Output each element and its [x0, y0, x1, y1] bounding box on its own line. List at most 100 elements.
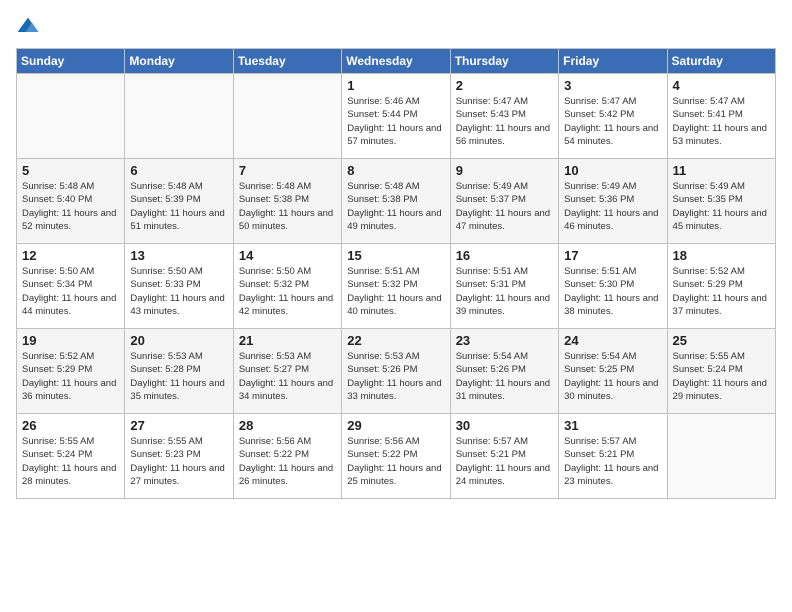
- calendar-cell: 1 Sunrise: 5:46 AM Sunset: 5:44 PM Daylig…: [342, 74, 450, 159]
- calendar-week-row: 26 Sunrise: 5:55 AM Sunset: 5:24 PM Dayli…: [17, 414, 776, 499]
- day-info: Sunrise: 5:49 AM Sunset: 5:37 PM Dayligh…: [456, 180, 553, 233]
- day-info: Sunrise: 5:50 AM Sunset: 5:32 PM Dayligh…: [239, 265, 336, 318]
- page-header: [16, 16, 776, 40]
- day-number: 5: [22, 163, 119, 178]
- calendar-cell: 27 Sunrise: 5:55 AM Sunset: 5:23 PM Dayli…: [125, 414, 233, 499]
- calendar-cell: 14 Sunrise: 5:50 AM Sunset: 5:32 PM Dayli…: [233, 244, 341, 329]
- calendar-cell: 23Sunrise: 5:54 AM Sunset: 5:26 PM Dayli…: [450, 329, 558, 414]
- calendar-cell: 19Sunrise: 5:52 AM Sunset: 5:29 PM Dayli…: [17, 329, 125, 414]
- day-number: 2: [456, 78, 553, 93]
- day-info: Sunrise: 5:52 AM Sunset: 5:29 PM Dayligh…: [22, 350, 119, 403]
- day-number: 15: [347, 248, 444, 263]
- calendar-cell: 16 Sunrise: 5:51 AM Sunset: 5:31 PM Dayli…: [450, 244, 558, 329]
- day-info: Sunrise: 5:51 AM Sunset: 5:30 PM Dayligh…: [564, 265, 661, 318]
- day-info: Sunrise: 5:51 AM Sunset: 5:31 PM Dayligh…: [456, 265, 553, 318]
- day-info: Sunrise: 5:54 AM Sunset: 5:26 PM Dayligh…: [456, 350, 553, 403]
- day-number: 17: [564, 248, 661, 263]
- day-number: 31: [564, 418, 661, 433]
- day-number: 24: [564, 333, 661, 348]
- calendar-header-wednesday: Wednesday: [342, 49, 450, 74]
- calendar-cell: 3 Sunrise: 5:47 AM Sunset: 5:42 PM Daylig…: [559, 74, 667, 159]
- calendar-week-row: 12 Sunrise: 5:50 AM Sunset: 5:34 PM Dayli…: [17, 244, 776, 329]
- calendar-cell: 20 Sunrise: 5:53 AM Sunset: 5:28 PM Dayli…: [125, 329, 233, 414]
- calendar-cell: 2 Sunrise: 5:47 AM Sunset: 5:43 PM Daylig…: [450, 74, 558, 159]
- calendar-cell: 12 Sunrise: 5:50 AM Sunset: 5:34 PM Dayli…: [17, 244, 125, 329]
- day-info: Sunrise: 5:49 AM Sunset: 5:36 PM Dayligh…: [564, 180, 661, 233]
- calendar-cell: 25 Sunrise: 5:55 AM Sunset: 5:24 PM Dayli…: [667, 329, 775, 414]
- calendar-cell: 31 Sunrise: 5:57 AM Sunset: 5:21 PM Dayli…: [559, 414, 667, 499]
- calendar-cell: 10 Sunrise: 5:49 AM Sunset: 5:36 PM Dayli…: [559, 159, 667, 244]
- day-info: Sunrise: 5:52 AM Sunset: 5:29 PM Dayligh…: [673, 265, 770, 318]
- day-info: Sunrise: 5:55 AM Sunset: 5:24 PM Dayligh…: [673, 350, 770, 403]
- day-info: Sunrise: 5:47 AM Sunset: 5:42 PM Dayligh…: [564, 95, 661, 148]
- day-number: 9: [456, 163, 553, 178]
- calendar-cell: 26 Sunrise: 5:55 AM Sunset: 5:24 PM Dayli…: [17, 414, 125, 499]
- day-info: Sunrise: 5:53 AM Sunset: 5:26 PM Dayligh…: [347, 350, 444, 403]
- calendar-header-sunday: Sunday: [17, 49, 125, 74]
- day-info: Sunrise: 5:48 AM Sunset: 5:38 PM Dayligh…: [347, 180, 444, 233]
- day-info: Sunrise: 5:57 AM Sunset: 5:21 PM Dayligh…: [564, 435, 661, 488]
- day-number: 18: [673, 248, 770, 263]
- day-info: Sunrise: 5:53 AM Sunset: 5:28 PM Dayligh…: [130, 350, 227, 403]
- calendar-cell: 21Sunrise: 5:53 AM Sunset: 5:27 PM Dayli…: [233, 329, 341, 414]
- calendar-cell: 7Sunrise: 5:48 AM Sunset: 5:38 PM Daylig…: [233, 159, 341, 244]
- day-info: Sunrise: 5:48 AM Sunset: 5:40 PM Dayligh…: [22, 180, 119, 233]
- calendar-cell: 6 Sunrise: 5:48 AM Sunset: 5:39 PM Daylig…: [125, 159, 233, 244]
- day-info: Sunrise: 5:47 AM Sunset: 5:43 PM Dayligh…: [456, 95, 553, 148]
- calendar-header-row: SundayMondayTuesdayWednesdayThursdayFrid…: [17, 49, 776, 74]
- day-number: 30: [456, 418, 553, 433]
- calendar-cell: 8Sunrise: 5:48 AM Sunset: 5:38 PM Daylig…: [342, 159, 450, 244]
- calendar-week-row: 5 Sunrise: 5:48 AM Sunset: 5:40 PM Daylig…: [17, 159, 776, 244]
- calendar-cell: 15 Sunrise: 5:51 AM Sunset: 5:32 PM Dayli…: [342, 244, 450, 329]
- day-number: 6: [130, 163, 227, 178]
- day-info: Sunrise: 5:55 AM Sunset: 5:24 PM Dayligh…: [22, 435, 119, 488]
- logo-icon: [16, 16, 40, 40]
- calendar-cell: 13 Sunrise: 5:50 AM Sunset: 5:33 PM Dayli…: [125, 244, 233, 329]
- day-info: Sunrise: 5:50 AM Sunset: 5:34 PM Dayligh…: [22, 265, 119, 318]
- day-number: 1: [347, 78, 444, 93]
- calendar-cell: 28Sunrise: 5:56 AM Sunset: 5:22 PM Dayli…: [233, 414, 341, 499]
- calendar-cell: 4 Sunrise: 5:47 AM Sunset: 5:41 PM Daylig…: [667, 74, 775, 159]
- day-number: 4: [673, 78, 770, 93]
- day-number: 12: [22, 248, 119, 263]
- day-number: 26: [22, 418, 119, 433]
- day-info: Sunrise: 5:49 AM Sunset: 5:35 PM Dayligh…: [673, 180, 770, 233]
- day-number: 25: [673, 333, 770, 348]
- day-number: 28: [239, 418, 336, 433]
- calendar-table: SundayMondayTuesdayWednesdayThursdayFrid…: [16, 48, 776, 499]
- day-number: 13: [130, 248, 227, 263]
- day-number: 16: [456, 248, 553, 263]
- logo: [16, 16, 44, 40]
- calendar-cell: 29 Sunrise: 5:56 AM Sunset: 5:22 PM Dayli…: [342, 414, 450, 499]
- day-info: Sunrise: 5:57 AM Sunset: 5:21 PM Dayligh…: [456, 435, 553, 488]
- day-info: Sunrise: 5:48 AM Sunset: 5:39 PM Dayligh…: [130, 180, 227, 233]
- calendar-cell: 30 Sunrise: 5:57 AM Sunset: 5:21 PM Dayli…: [450, 414, 558, 499]
- calendar-header-thursday: Thursday: [450, 49, 558, 74]
- calendar-cell: [667, 414, 775, 499]
- day-number: 27: [130, 418, 227, 433]
- day-number: 11: [673, 163, 770, 178]
- calendar-week-row: 19Sunrise: 5:52 AM Sunset: 5:29 PM Dayli…: [17, 329, 776, 414]
- day-number: 21: [239, 333, 336, 348]
- calendar-cell: 9 Sunrise: 5:49 AM Sunset: 5:37 PM Daylig…: [450, 159, 558, 244]
- day-info: Sunrise: 5:55 AM Sunset: 5:23 PM Dayligh…: [130, 435, 227, 488]
- calendar-header-friday: Friday: [559, 49, 667, 74]
- day-info: Sunrise: 5:46 AM Sunset: 5:44 PM Dayligh…: [347, 95, 444, 148]
- day-info: Sunrise: 5:47 AM Sunset: 5:41 PM Dayligh…: [673, 95, 770, 148]
- day-info: Sunrise: 5:50 AM Sunset: 5:33 PM Dayligh…: [130, 265, 227, 318]
- day-number: 3: [564, 78, 661, 93]
- day-info: Sunrise: 5:51 AM Sunset: 5:32 PM Dayligh…: [347, 265, 444, 318]
- day-number: 20: [130, 333, 227, 348]
- calendar-cell: 22Sunrise: 5:53 AM Sunset: 5:26 PM Dayli…: [342, 329, 450, 414]
- day-number: 29: [347, 418, 444, 433]
- day-info: Sunrise: 5:48 AM Sunset: 5:38 PM Dayligh…: [239, 180, 336, 233]
- day-number: 14: [239, 248, 336, 263]
- calendar-header-saturday: Saturday: [667, 49, 775, 74]
- day-info: Sunrise: 5:56 AM Sunset: 5:22 PM Dayligh…: [347, 435, 444, 488]
- calendar-cell: 24 Sunrise: 5:54 AM Sunset: 5:25 PM Dayli…: [559, 329, 667, 414]
- day-info: Sunrise: 5:54 AM Sunset: 5:25 PM Dayligh…: [564, 350, 661, 403]
- calendar-cell: 18 Sunrise: 5:52 AM Sunset: 5:29 PM Dayli…: [667, 244, 775, 329]
- calendar-cell: [233, 74, 341, 159]
- day-number: 10: [564, 163, 661, 178]
- calendar-header-monday: Monday: [125, 49, 233, 74]
